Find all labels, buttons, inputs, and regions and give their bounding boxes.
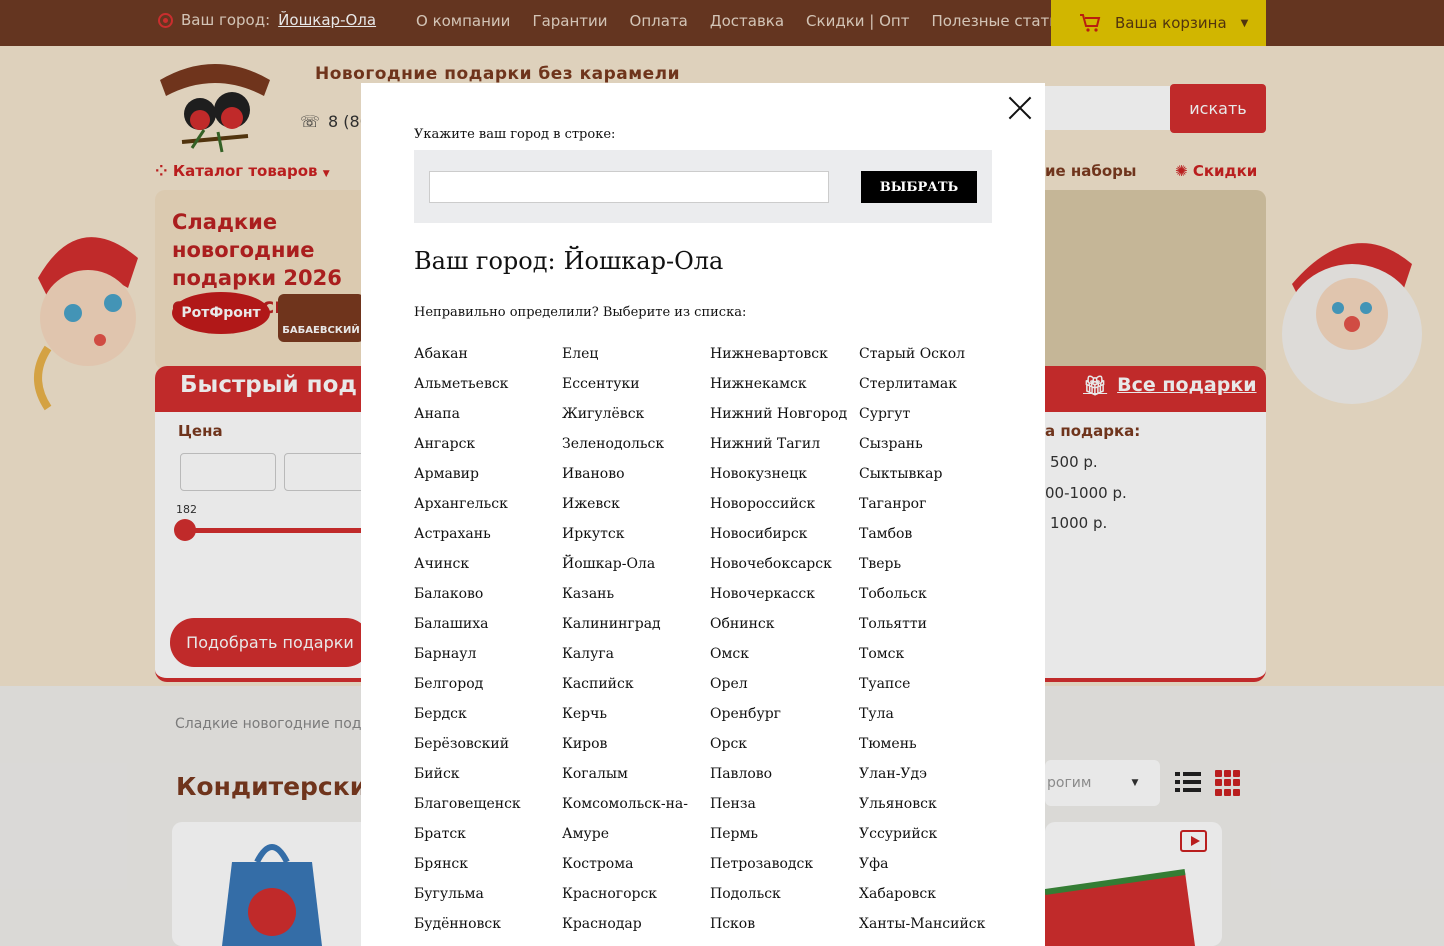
city-link[interactable]: Пенза [710,793,859,823]
city-link[interactable]: Альметьевск [414,373,562,403]
city-link[interactable]: Кострома [562,853,710,883]
city-link[interactable]: Таганрог [859,493,999,523]
city-link[interactable]: Павлово [710,763,859,793]
city-link[interactable]: Нижний Тагил [710,433,859,463]
city-link[interactable]: Новороссийск [710,493,859,523]
city-link[interactable]: Казань [562,583,710,613]
city-link[interactable]: Балаково [414,583,562,613]
city-link[interactable]: Комсомольск-на- [562,793,710,823]
current-city-name: Йошкар-Ола [563,247,724,275]
city-link[interactable]: Иркутск [562,523,710,553]
city-link[interactable]: Белгород [414,673,562,703]
city-link[interactable]: Петрозаводск [710,853,859,883]
city-link[interactable]: Сызрань [859,433,999,463]
city-link[interactable]: Зеленодольск [562,433,710,463]
city-list: Абакан Альметьевск Анапа Ангарск Армавир Арха… [414,343,1014,943]
city-input-label: Укажите ваш город в строке: [414,127,616,142]
city-link[interactable]: Хабаровск [859,883,999,913]
city-link[interactable]: Амуре [562,823,710,853]
city-link[interactable]: Уссурийск [859,823,999,853]
city-link[interactable]: Ессентуки [562,373,710,403]
city-link[interactable]: Когалым [562,763,710,793]
city-link[interactable]: Киров [562,733,710,763]
city-link[interactable]: Псков [710,913,859,943]
city-link[interactable]: Краснодар [562,913,710,943]
city-link[interactable]: Нижний Новгород [710,403,859,433]
city-link[interactable]: Каспийск [562,673,710,703]
city-link[interactable]: Новочебоксарск [710,553,859,583]
city-link[interactable]: Новокузнецк [710,463,859,493]
city-link[interactable]: Керчь [562,703,710,733]
city-link[interactable]: Барнаул [414,643,562,673]
city-link[interactable]: Ангарск [414,433,562,463]
city-link[interactable]: Йошкар-Ола [562,553,710,583]
city-link[interactable]: Архангельск [414,493,562,523]
city-link[interactable]: Сыктывкар [859,463,999,493]
city-link[interactable]: Томск [859,643,999,673]
city-link[interactable]: Благовещенск [414,793,562,823]
city-link[interactable]: Орел [710,673,859,703]
city-link[interactable]: Туапсе [859,673,999,703]
city-link[interactable]: Орск [710,733,859,763]
city-link[interactable]: Оренбург [710,703,859,733]
current-city: Ваш город: Йошкар-Ола [414,247,723,275]
city-link[interactable]: Елец [562,343,710,373]
city-link[interactable]: Новочеркасск [710,583,859,613]
city-link[interactable]: Братск [414,823,562,853]
city-link[interactable]: Ачинск [414,553,562,583]
city-link[interactable]: Обнинск [710,613,859,643]
city-link[interactable]: Анапа [414,403,562,433]
choose-button[interactable]: ВЫБРАТЬ [861,171,977,203]
city-link[interactable]: Старый Оскол [859,343,999,373]
city-link[interactable]: Жигулёвск [562,403,710,433]
city-link[interactable]: Тула [859,703,999,733]
city-link[interactable]: Тверь [859,553,999,583]
city-link[interactable]: Пермь [710,823,859,853]
city-link[interactable]: Уфа [859,853,999,883]
city-link[interactable]: Стерлитамак [859,373,999,403]
city-link[interactable]: Омск [710,643,859,673]
city-link[interactable]: Тольятти [859,613,999,643]
current-city-prefix: Ваш город: [414,247,556,275]
city-link[interactable]: Абакан [414,343,562,373]
city-input[interactable] [429,171,829,203]
city-link[interactable]: Новосибирск [710,523,859,553]
city-link[interactable]: Берёзовский [414,733,562,763]
city-link[interactable]: Ижевск [562,493,710,523]
city-link[interactable]: Брянск [414,853,562,883]
city-link[interactable]: Калуга [562,643,710,673]
city-link[interactable]: Армавир [414,463,562,493]
city-link[interactable]: Тюмень [859,733,999,763]
city-link[interactable]: Нижнекамск [710,373,859,403]
close-icon[interactable] [1008,96,1032,120]
city-link[interactable]: Тамбов [859,523,999,553]
city-link[interactable]: Иваново [562,463,710,493]
city-link[interactable]: Бугульма [414,883,562,913]
city-link[interactable]: Красногорск [562,883,710,913]
city-link[interactable]: Нижневартовск [710,343,859,373]
city-link[interactable]: Бердск [414,703,562,733]
city-link[interactable]: Астрахань [414,523,562,553]
city-link[interactable]: Подольск [710,883,859,913]
wrong-city-label: Неправильно определили? Выберите из спис… [414,305,747,320]
city-link[interactable]: Сургут [859,403,999,433]
city-link[interactable]: Ханты-Мансийск [859,913,999,943]
city-link[interactable]: Ульяновск [859,793,999,823]
city-link[interactable]: Балашиха [414,613,562,643]
city-link[interactable]: Улан-Удэ [859,763,999,793]
city-input-wrap: ВЫБРАТЬ [414,150,992,223]
city-link[interactable]: Будённовск [414,913,562,943]
city-select-modal: Укажите ваш город в строке: ВЫБРАТЬ Ваш … [361,83,1045,946]
city-link[interactable]: Калининград [562,613,710,643]
city-link[interactable]: Бийск [414,763,562,793]
city-link[interactable]: Тобольск [859,583,999,613]
